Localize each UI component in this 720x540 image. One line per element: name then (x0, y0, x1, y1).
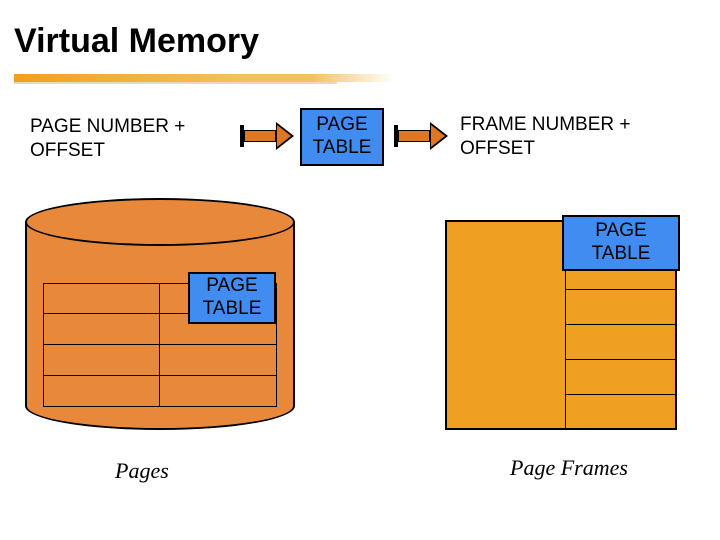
page-table-frame-box: PAGE TABLE (562, 215, 680, 271)
page-table-cyl-box: PAGE TABLE (188, 272, 276, 324)
label-frame-number-offset: FRAME NUMBER + OFFSET (460, 113, 670, 161)
caption-pages: Pages (115, 458, 169, 484)
arrow-to-page-table (240, 122, 294, 150)
page-table-center-box: PAGE TABLE (300, 108, 384, 166)
caption-page-frames: Page Frames (510, 455, 628, 481)
title-underline (14, 74, 394, 84)
label-page-number-offset: PAGE NUMBER + OFFSET (30, 115, 210, 163)
arrow-to-frame-output (394, 122, 448, 150)
page-title: Virtual Memory (0, 0, 720, 61)
